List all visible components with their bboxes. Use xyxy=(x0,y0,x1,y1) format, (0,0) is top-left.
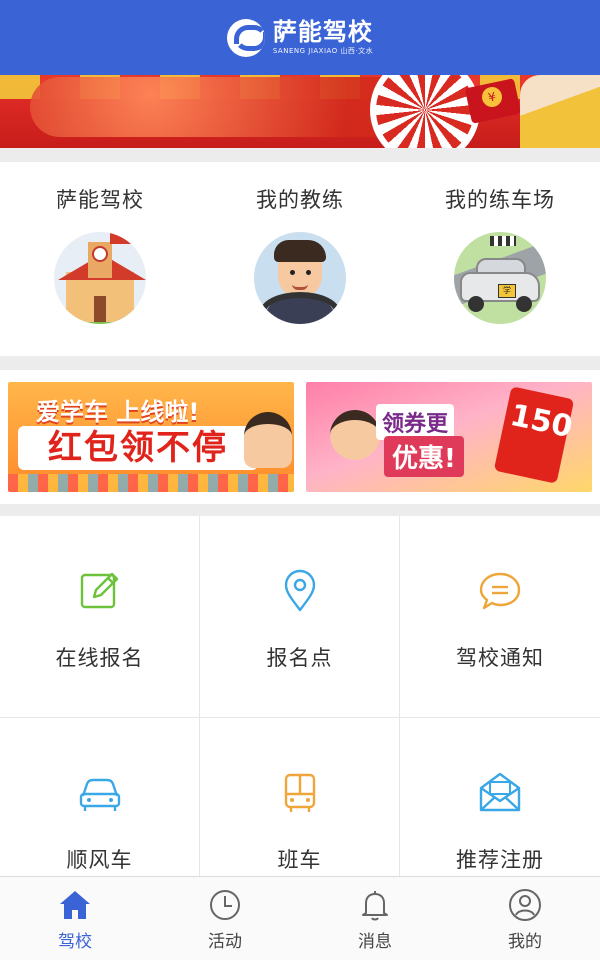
promo-headline: 领券更 xyxy=(376,404,455,440)
practice-car-illustration-icon: 学 xyxy=(454,232,546,324)
service-label: 推荐注册 xyxy=(456,848,544,872)
banner-wheel-graphic xyxy=(370,75,480,148)
promo-banners: 爱学车 上线啦! 红包领不停 领券更 优惠! 150 xyxy=(0,370,600,504)
service-label: 驾校通知 xyxy=(456,646,544,670)
edit-icon xyxy=(80,572,118,609)
service-label: 顺风车 xyxy=(66,848,133,872)
service-label: 在线报名 xyxy=(55,646,144,670)
cartoon-boy-icon xyxy=(244,412,292,468)
app-header: 萨能驾校 SANENG JIAXIAO 山西·文水 xyxy=(0,0,600,75)
envelope-icon xyxy=(479,772,521,812)
logo-text: 萨能驾校 SANENG JIAXIAO 山西·文水 xyxy=(273,20,373,55)
bell-icon xyxy=(362,891,388,921)
tab-label: 驾校 xyxy=(58,932,92,952)
tab-label: 我的 xyxy=(508,932,542,952)
promo-banner-coupon[interactable]: 领券更 优惠! 150 xyxy=(306,382,592,492)
promo-banner-red-envelope[interactable]: 爱学车 上线啦! 红包领不停 xyxy=(8,382,294,492)
confetti-decoration xyxy=(8,474,294,492)
logo-title: 萨能驾校 xyxy=(272,18,373,46)
quick-link-practice-field[interactable]: 我的练车场 学 xyxy=(400,162,600,356)
tab-label: 活动 xyxy=(208,932,242,952)
service-signup-location[interactable]: 报名点 xyxy=(200,516,400,718)
tab-messages[interactable]: 消息 xyxy=(300,877,450,960)
promo-subheadline: 优惠! xyxy=(384,436,464,477)
quick-link-school[interactable]: 萨能驾校 xyxy=(0,162,200,356)
user-icon xyxy=(509,889,541,921)
quick-link-label: 我的练车场 xyxy=(445,188,555,212)
service-online-signup[interactable]: 在线报名 xyxy=(0,516,200,718)
app-screen: 萨能驾校 SANENG JIAXIAO 山西·文水 ¥ 萨能驾校 我的教练 我的… xyxy=(0,0,600,960)
tab-label: 消息 xyxy=(358,932,392,952)
quick-links-row: 萨能驾校 我的教练 我的练车场 学 xyxy=(0,162,600,356)
promo-subheadline: 红包领不停 xyxy=(18,426,258,470)
quick-link-label: 萨能驾校 xyxy=(56,188,144,212)
clock-icon xyxy=(210,890,240,920)
home-icon xyxy=(60,891,90,919)
coach-illustration-icon xyxy=(254,232,346,324)
quick-link-coach[interactable]: 我的教练 xyxy=(200,162,400,356)
tab-activity[interactable]: 活动 xyxy=(150,877,300,960)
service-school-notice[interactable]: 驾校通知 xyxy=(400,516,600,718)
bottom-tab-bar: 驾校 活动 消息 我的 xyxy=(0,876,600,960)
promo-headline: 爱学车 上线啦! xyxy=(36,398,200,426)
car-icon xyxy=(79,778,120,811)
tab-school[interactable]: 驾校 xyxy=(0,877,150,960)
bus-icon xyxy=(284,773,315,812)
quick-link-label: 我的教练 xyxy=(256,188,344,212)
chat-bubble-icon xyxy=(479,572,521,610)
logo-subtitle: SANENG JIAXIAO 山西·文水 xyxy=(272,47,374,55)
banner-person-graphic xyxy=(520,75,600,148)
logo-icon xyxy=(226,18,265,57)
school-illustration-icon xyxy=(54,232,146,324)
cartoon-girl-icon xyxy=(330,410,380,460)
services-grid: 在线报名 报名点 驾校通知 顺风车 班车 推荐注册 xyxy=(0,516,600,920)
service-label: 报名点 xyxy=(266,646,333,670)
tab-me[interactable]: 我的 xyxy=(450,877,600,960)
service-label: 班车 xyxy=(277,848,322,872)
top-banner-carousel[interactable]: ¥ xyxy=(0,75,600,148)
brand-logo: 萨能驾校 SANENG JIAXIAO 山西·文水 xyxy=(226,18,373,57)
location-pin-icon xyxy=(284,569,315,612)
